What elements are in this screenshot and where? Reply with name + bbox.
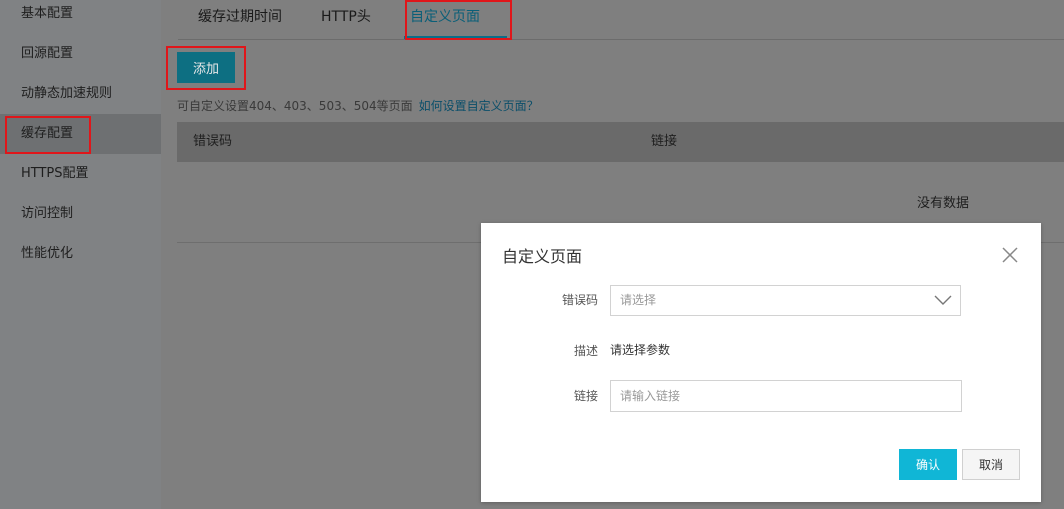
sidebar-item-https[interactable]: HTTPS配置 (0, 154, 161, 194)
confirm-button[interactable]: 确认 (899, 449, 957, 480)
error-code-placeholder: 请选择 (620, 293, 657, 307)
sidebar: 基本配置 回源配置 动静态加速规则 缓存配置 HTTPS配置 访问控制 性能优化 (0, 0, 161, 509)
dialog-title: 自定义页面 (502, 247, 583, 266)
highlight-box-add (166, 46, 246, 90)
help-link[interactable]: 如何设置自定义页面？ (419, 99, 539, 113)
highlight-box-tab (405, 0, 512, 40)
link-input[interactable] (610, 380, 962, 412)
link-label: 链接 (573, 389, 598, 403)
column-header-link: 链接 (651, 134, 678, 149)
chevron-down-icon (934, 295, 952, 305)
error-code-select[interactable]: 请选择 (610, 285, 961, 316)
sidebar-item-performance[interactable]: 性能优化 (0, 234, 161, 274)
description-label: 描述 (573, 344, 598, 358)
error-code-label: 错误码 (561, 293, 598, 307)
close-icon[interactable] (1000, 245, 1020, 265)
hint-text: 可自定义设置404、403、503、504等页面 (177, 99, 413, 113)
sidebar-item-acceleration-rules[interactable]: 动静态加速规则 (0, 74, 161, 114)
description-value: 请选择参数 (610, 343, 671, 357)
tab-http-header[interactable]: HTTP头 (321, 0, 371, 39)
highlight-box-sidebar (5, 116, 91, 154)
tab-cache-expiry[interactable]: 缓存过期时间 (198, 0, 282, 39)
table-header: 错误码 链接 (177, 122, 1064, 162)
custom-page-dialog: 自定义页面 错误码 请选择 描述 请选择参数 链接 确认 取消 (481, 223, 1041, 502)
sidebar-item-basic[interactable]: 基本配置 (0, 0, 161, 34)
cancel-button[interactable]: 取消 (962, 449, 1020, 480)
sidebar-item-access-control[interactable]: 访问控制 (0, 194, 161, 234)
hint-row: 可自定义设置404、403、503、504等页面 如何设置自定义页面？ (177, 97, 539, 114)
tab-bar: 缓存过期时间 HTTP头 自定义页面 (178, 0, 1064, 40)
column-header-error-code: 错误码 (193, 134, 233, 149)
empty-state-text: 没有数据 (917, 196, 970, 211)
sidebar-item-origin[interactable]: 回源配置 (0, 34, 161, 74)
